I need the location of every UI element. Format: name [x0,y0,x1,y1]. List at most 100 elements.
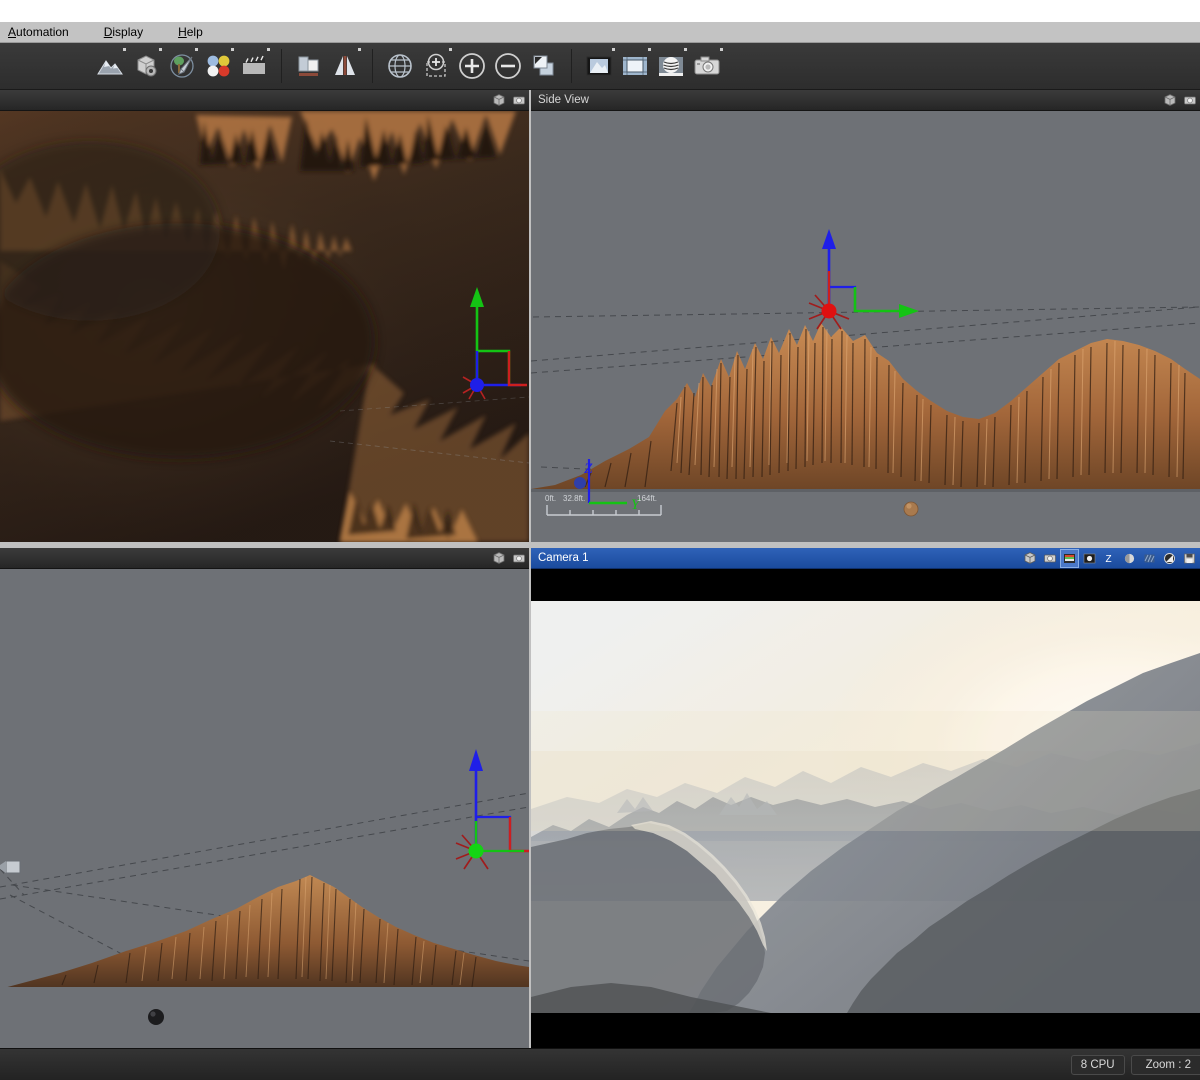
viewport-camera-1[interactable]: Camera 1 Z [531,548,1200,1048]
status-bar: 8 CPU Zoom : 2 [0,1048,1200,1080]
svg-text:Z: Z [1106,554,1112,565]
camera-icon[interactable] [510,92,527,109]
viewport-camera-1-body[interactable] [531,569,1200,1048]
color-layers-icon[interactable] [1060,548,1079,568]
move-copy-icon[interactable] [526,46,562,86]
badge-dot [267,48,270,51]
globe-glyph [388,54,412,78]
badge-dot [684,48,687,51]
zoom-indicator[interactable]: Zoom : 2 [1130,1054,1200,1075]
menu-item-display[interactable]: Display [96,23,156,41]
terrain-top-view [0,111,529,542]
sphere-shade-icon[interactable] [1121,550,1138,567]
animation-icon[interactable] [236,46,272,86]
camera-render-image [531,569,1200,1048]
zoom-region-icon[interactable] [418,46,454,86]
badge-dot [123,48,126,51]
viewport-bottom-left[interactable] [0,548,529,1048]
badge-dot [720,48,723,51]
viewport-side-view-header: Side View [531,90,1200,111]
mirror-icon[interactable] [327,46,363,86]
main-toolbar [0,43,1200,90]
badge-dot [231,48,234,51]
plus-circle-glyph [459,53,485,79]
z-depth-icon[interactable]: Z [1101,550,1118,567]
materials-icon[interactable] [200,46,236,86]
toolbar-separator [281,49,282,83]
scale-start-label: 0ft. [545,494,556,503]
layout-icon[interactable] [291,46,327,86]
cube-icon[interactable] [490,550,507,567]
viewport-top-left-icon-group [490,92,529,109]
move-copy-glyph [533,55,554,76]
layout-glyph [298,56,319,76]
toolbar-separator [372,49,373,83]
sphere-render-icon[interactable] [653,46,689,86]
badge-dot [159,48,162,51]
terrain-icon[interactable] [92,46,128,86]
viewport-bottom-left-body[interactable] [0,569,529,1048]
toolbar-separator [571,49,572,83]
badge-dot [648,48,651,51]
scale-mid-label: 32.8ft. [563,494,585,503]
globe-icon[interactable] [382,46,418,86]
cube-icon[interactable] [490,92,507,109]
axis-gizmo-bottom-left[interactable] [440,731,529,871]
sphere-object [903,501,919,517]
crop-frame-icon[interactable] [617,46,653,86]
viewport-camera-1-title: Camera 1 [538,552,589,564]
color-spheres-glyph [207,55,230,77]
viewport-bottom-left-icon-group [490,550,529,567]
viewport-top-left-header [0,90,529,111]
save-icon[interactable] [1181,550,1198,567]
menu-item-help[interactable]: Help [170,23,216,41]
sphere-shade-glyph [659,57,683,76]
viewport-top-left[interactable] [0,90,529,542]
cpu-indicator[interactable]: 8 CPU [1070,1054,1125,1075]
viewport-top-left-body[interactable] [0,111,529,542]
badge-dot [449,48,452,51]
camera-icon[interactable] [1041,550,1058,567]
menu-bar: Automation Display Help [0,22,1200,43]
scale-end-label: 164ft. [637,494,657,503]
viewport-bottom-left-header [0,548,529,569]
object-icon[interactable] [128,46,164,86]
viewport-side-view[interactable]: Side View Z Y 0ft. 32.8ft. 164ft. [531,90,1200,542]
minus-circle-glyph [495,53,521,79]
viewport-side-view-icon-group [1161,92,1200,109]
camera-icon[interactable] [1181,92,1198,109]
hatch-icon[interactable] [1141,550,1158,567]
scale-bar: 0ft. 32.8ft. 164ft. [545,494,662,516]
sphere-object [148,1009,164,1025]
atmosphere-icon[interactable] [164,46,200,86]
badge-dot [358,48,361,51]
badge-dot [195,48,198,51]
alpha-dot-icon[interactable] [1081,550,1098,567]
camera-icon[interactable] [510,550,527,567]
axis-label-z: Z [584,461,593,477]
zoom-region-glyph [426,53,446,77]
contrast-icon[interactable] [1161,550,1178,567]
cube-gear-glyph [137,55,157,77]
application-window: Automation Display Help Side View Z Y 0f… [0,0,1200,1080]
axis-gizmo-side-view[interactable] [803,211,933,331]
tree-brush-glyph [170,54,194,78]
zoom-in-icon[interactable] [454,46,490,86]
cube-icon[interactable] [1161,92,1178,109]
mirror-glyph [335,56,355,75]
title-strip [0,0,1200,22]
camera-icon[interactable] [689,46,725,86]
viewport-side-view-body[interactable]: Z Y 0ft. 32.8ft. 164ft. [531,111,1200,542]
render-preview-glyph [586,56,612,76]
viewport-camera-1-icon-group: Z [1021,548,1200,568]
viewport-camera-1-header: Camera 1 Z [531,548,1200,569]
camera-glyph [694,56,720,75]
terrain-glyph [97,60,123,75]
render-preview-icon[interactable] [581,46,617,86]
menu-item-automation[interactable]: Automation [0,23,82,41]
viewport-side-view-title: Side View [538,94,589,106]
crop-frame-glyph [623,57,647,75]
axis-gizmo-top-left[interactable] [455,273,529,403]
zoom-out-icon[interactable] [490,46,526,86]
cube-icon[interactable] [1021,550,1038,567]
